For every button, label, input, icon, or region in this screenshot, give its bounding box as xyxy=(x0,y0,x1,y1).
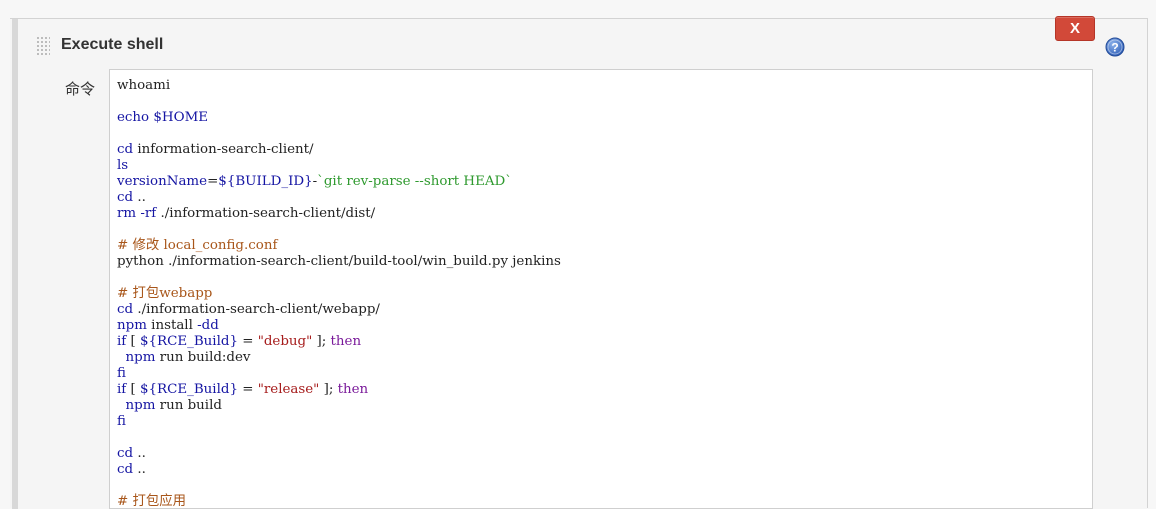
code-token: npm xyxy=(125,398,156,413)
code-token: cd xyxy=(117,142,134,157)
code-line: # 修改 local_config.conf xyxy=(117,238,561,254)
code-line: fi xyxy=(117,366,561,382)
code-token: ${RCE_Build} xyxy=(140,334,238,349)
code-line: cd .. xyxy=(117,462,561,478)
svg-text:?: ? xyxy=(1111,41,1118,55)
code-token: if xyxy=(117,382,127,397)
code-line: npm run build xyxy=(117,398,561,414)
drag-handle-icon[interactable] xyxy=(36,36,50,56)
code-token: # 修改 local_config.conf xyxy=(117,238,278,253)
code-line: echo $HOME xyxy=(117,110,561,126)
code-line: python ./information-search-client/build… xyxy=(117,254,561,270)
code-line: whoami xyxy=(117,78,561,94)
code-token: then xyxy=(337,382,369,397)
code-token: run build xyxy=(155,398,222,413)
code-token: = xyxy=(237,334,258,349)
code-token: cd xyxy=(117,446,134,461)
code-token: ls xyxy=(117,158,129,173)
code-line: rm -rf ./information-search-client/dist/ xyxy=(117,206,561,222)
code-line: fi xyxy=(117,414,561,430)
code-token: fi xyxy=(117,414,126,429)
code-token: "debug" xyxy=(257,334,313,349)
code-token: ./information-search-client/dist/ xyxy=(156,206,376,221)
command-textarea[interactable]: whoami​echo $HOME​cd information-search-… xyxy=(109,69,1093,509)
section-title: Execute shell xyxy=(61,36,164,53)
code-token: ./information-search-client/webapp/ xyxy=(133,302,380,317)
code-token: .. xyxy=(133,446,146,461)
command-script: whoami​echo $HOME​cd information-search-… xyxy=(117,78,561,509)
code-token: whoami xyxy=(117,78,171,93)
code-token: information-search-client/ xyxy=(133,142,314,157)
code-token: cd xyxy=(117,462,134,477)
code-token: .. xyxy=(133,190,146,205)
code-line: npm install -dd xyxy=(117,318,561,334)
code-token: ]; xyxy=(312,334,331,349)
code-line: ls xyxy=(117,158,561,174)
code-token: versionName xyxy=(117,174,208,189)
code-token: # 打包webapp xyxy=(117,286,213,301)
code-line: if [ ${RCE_Build} = "release" ]; then xyxy=(117,382,561,398)
code-line: cd .. xyxy=(117,190,561,206)
code-token: npm xyxy=(117,318,147,333)
code-token: ${BUILD_ID} xyxy=(218,174,313,189)
code-line: # 打包webapp xyxy=(117,286,561,302)
code-token: rm xyxy=(117,206,137,221)
help-icon[interactable]: ? xyxy=(1105,37,1125,57)
code-token: cd xyxy=(117,302,134,317)
code-line: # 打包应用 xyxy=(117,494,561,509)
code-token: `git rev-parse --short HEAD` xyxy=(317,174,512,189)
code-line: ​ xyxy=(117,94,561,110)
code-token: then xyxy=(330,334,362,349)
code-line: ​ xyxy=(117,430,561,446)
code-line: ​ xyxy=(117,126,561,142)
page-background: Execute shell X ? 命令 whoami​echo $HOME​c… xyxy=(0,0,1156,509)
code-line: ​ xyxy=(117,270,561,286)
code-line: cd ./information-search-client/webapp/ xyxy=(117,302,561,318)
code-token: "release" xyxy=(257,382,320,397)
code-token: npm xyxy=(125,350,156,365)
code-token: ${RCE_Build} xyxy=(140,382,238,397)
code-token: [ xyxy=(126,382,140,397)
code-token: echo xyxy=(117,110,150,125)
code-token: [ xyxy=(126,334,140,349)
code-token: fi xyxy=(117,366,126,381)
code-token: ]; xyxy=(319,382,338,397)
code-token: -rf xyxy=(140,206,157,221)
delete-step-button[interactable]: X xyxy=(1055,16,1095,41)
code-token: install xyxy=(146,318,198,333)
code-line: ​ xyxy=(117,222,561,238)
code-token: run build:dev xyxy=(155,350,251,365)
code-token: if xyxy=(117,334,127,349)
code-line: npm run build:dev xyxy=(117,350,561,366)
code-token: = xyxy=(207,174,219,189)
code-token: -dd xyxy=(197,318,219,333)
code-line: if [ ${RCE_Build} = "debug" ]; then xyxy=(117,334,561,350)
command-field-label: 命令 xyxy=(65,80,96,98)
code-token: $HOME xyxy=(153,110,209,125)
code-token: # 打包应用 xyxy=(117,494,187,509)
code-token: = xyxy=(237,382,258,397)
code-token: .. xyxy=(133,462,146,477)
code-line: cd information-search-client/ xyxy=(117,142,561,158)
code-token: python ./information-search-client/build… xyxy=(117,254,561,269)
code-token: cd xyxy=(117,190,134,205)
code-line: ​ xyxy=(117,478,561,494)
code-line: versionName=${BUILD_ID}-`git rev-parse -… xyxy=(117,174,561,190)
code-line: cd .. xyxy=(117,446,561,462)
